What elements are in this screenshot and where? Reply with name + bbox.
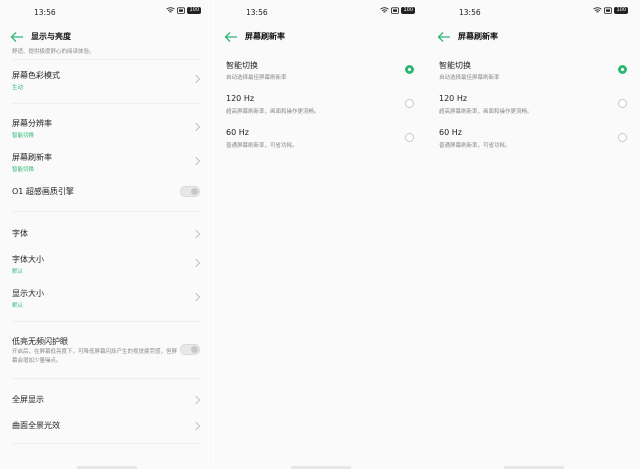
back-arrow-icon[interactable] [437, 31, 451, 43]
row-label: 低亮无频闪护眼 [12, 337, 68, 346]
o1-engine-toggle[interactable] [180, 186, 200, 197]
row-label: 字体大小 [12, 255, 44, 264]
wifi-icon [166, 7, 176, 13]
option-120hz[interactable]: 120 Hz 超高屏幕刷新率，画面和操作更流畅。 [427, 94, 640, 120]
option-label: 60 Hz [226, 128, 249, 137]
page-header: 屏幕刷新率 [214, 28, 427, 48]
status-icons: 100 [166, 7, 201, 14]
chevron-right-icon [191, 258, 201, 268]
option-description: 超高屏幕刷新率，画面和操作更流畅。 [226, 109, 320, 115]
row-value: 默认 [12, 303, 24, 309]
chevron-right-icon [191, 156, 201, 166]
intro-text: 舒适、提供极度舒心的阅读体验。 [12, 49, 95, 55]
option-description: 自动选择最佳屏幕刷新率 [226, 75, 287, 81]
divider [12, 443, 201, 444]
back-arrow-icon[interactable] [224, 31, 238, 43]
chevron-right-icon [191, 122, 201, 132]
row-label: 曲面全景光效 [12, 421, 60, 430]
row-label: 屏幕色彩模式 [12, 71, 60, 80]
wifi-icon [380, 7, 390, 13]
signal-icon [604, 7, 613, 14]
fullscreen-row[interactable]: 全屏显示 [0, 390, 213, 410]
option-60hz[interactable]: 60 Hz 普通屏幕刷新率，可省功耗。 [427, 128, 640, 154]
divider [12, 211, 201, 212]
refresh-rate-panel: 13:56 100 屏幕刷新率 智能切换 自动选择最佳屏幕刷新率 120 Hz … [427, 0, 640, 469]
option-description: 自动选择最佳屏幕刷新率 [439, 75, 500, 81]
font-size-row[interactable]: 字体大小 默认 [0, 250, 213, 280]
row-label: 屏幕刷新率 [12, 153, 52, 162]
option-smart-switch[interactable]: 智能切换 自动选择最佳屏幕刷新率 [214, 60, 427, 86]
toggle-knob [191, 346, 198, 353]
status-bar: 13:56 100 [0, 6, 213, 20]
radio-selected[interactable] [405, 65, 414, 74]
toggle-knob [191, 188, 198, 195]
divider [12, 103, 201, 104]
battery-icon: 100 [614, 7, 628, 14]
option-description: 超高屏幕刷新率，画面和操作更流畅。 [439, 109, 533, 115]
divider [12, 59, 201, 60]
option-60hz[interactable]: 60 Hz 普通屏幕刷新率，可省功耗。 [214, 128, 427, 154]
refresh-rate-panel: 13:56 100 屏幕刷新率 智能切换 自动选择最佳屏幕刷新率 120 Hz … [214, 0, 427, 469]
dc-dimming-toggle[interactable] [180, 344, 200, 355]
row-value: 智能切换 [12, 133, 35, 139]
chevron-right-icon [191, 421, 201, 431]
page-title: 屏幕刷新率 [458, 32, 498, 41]
resolution-row[interactable]: 屏幕分辨率 智能切换 [0, 114, 213, 144]
chevron-right-icon [191, 395, 201, 405]
page-title: 显示与亮度 [31, 32, 71, 41]
chevron-right-icon [191, 74, 201, 84]
row-value: 默认 [12, 269, 24, 275]
status-icons: 100 [593, 7, 628, 14]
row-value: 生动 [12, 85, 24, 91]
battery-icon: 100 [187, 7, 201, 14]
divider [12, 378, 201, 379]
row-label: 全屏显示 [12, 395, 44, 404]
page-header: 显示与亮度 [0, 28, 213, 48]
status-time: 13:56 [246, 8, 268, 17]
display-settings-panel: 13:56 100 显示与亮度 舒适、提供极度舒心的阅读体验。 屏幕色彩模式 生… [0, 0, 213, 469]
option-description: 普通屏幕刷新率，可省功耗。 [439, 143, 511, 149]
refresh-rate-row[interactable]: 屏幕刷新率 智能切换 [0, 148, 213, 178]
radio-unselected[interactable] [405, 99, 414, 108]
radio-unselected[interactable] [405, 133, 414, 142]
signal-icon [177, 7, 186, 14]
signal-icon [391, 7, 400, 14]
chevron-right-icon [191, 292, 201, 302]
wifi-icon [593, 7, 603, 13]
font-row[interactable]: 字体 [0, 224, 213, 244]
display-size-row[interactable]: 显示大小 默认 [0, 284, 213, 314]
row-label: 显示大小 [12, 289, 44, 298]
curved-edge-row[interactable]: 曲面全景光效 [0, 416, 213, 436]
status-bar: 13:56 100 [427, 6, 640, 20]
o1-engine-row[interactable]: O1 超感画质引擎 [0, 182, 213, 202]
row-label: 字体 [12, 229, 28, 238]
status-icons: 100 [380, 7, 415, 14]
row-value: 智能切换 [12, 167, 35, 173]
back-arrow-icon[interactable] [10, 31, 24, 43]
option-description: 普通屏幕刷新率，可省功耗。 [226, 143, 298, 149]
chevron-right-icon [191, 229, 201, 239]
color-mode-row[interactable]: 屏幕色彩模式 生动 [0, 66, 213, 96]
option-label: 60 Hz [439, 128, 462, 137]
option-label: 智能切换 [439, 61, 471, 70]
row-label: 屏幕分辨率 [12, 119, 52, 128]
radio-selected[interactable] [618, 65, 627, 74]
radio-unselected[interactable] [618, 133, 627, 142]
option-label: 120 Hz [226, 94, 255, 103]
option-120hz[interactable]: 120 Hz 超高屏幕刷新率，画面和操作更流畅。 [214, 94, 427, 120]
radio-unselected[interactable] [618, 99, 627, 108]
option-label: 智能切换 [226, 61, 258, 70]
option-label: 120 Hz [439, 94, 468, 103]
status-bar: 13:56 100 [214, 6, 427, 20]
divider [12, 321, 201, 322]
battery-icon: 100 [401, 7, 415, 14]
page-title: 屏幕刷新率 [245, 32, 285, 41]
page-header: 屏幕刷新率 [427, 28, 640, 48]
dc-dimming-row[interactable]: 低亮无频闪护眼 开启后，在屏幕低亮度下，可降低屏幕闪烁产生的视觉疲劳感，但屏幕会… [0, 332, 213, 370]
row-label: O1 超感画质引擎 [12, 187, 74, 196]
status-time: 13:56 [34, 8, 56, 17]
option-smart-switch[interactable]: 智能切换 自动选择最佳屏幕刷新率 [427, 60, 640, 86]
row-description: 开启后，在屏幕低亮度下，可降低屏幕闪烁产生的视觉疲劳感，但屏幕会增加少量噪点。 [12, 349, 178, 364]
status-time: 13:56 [459, 8, 481, 17]
